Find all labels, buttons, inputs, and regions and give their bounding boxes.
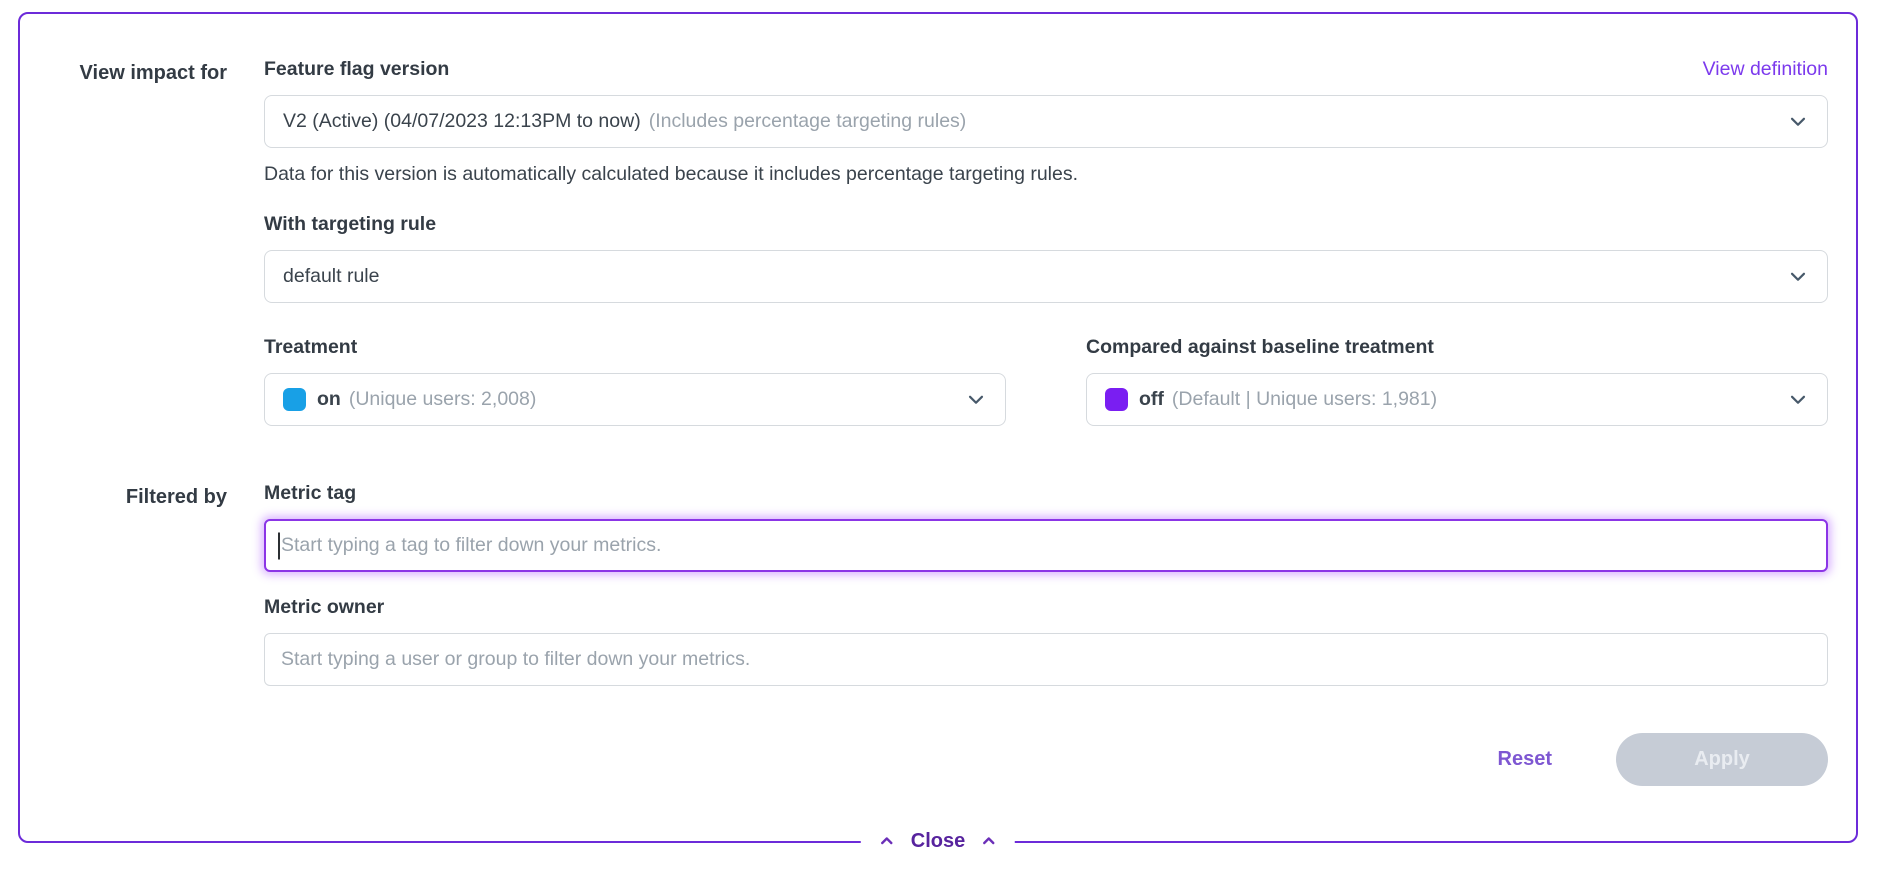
- metric-owner-label: Metric owner: [264, 596, 1828, 619]
- targeting-rule-select[interactable]: default rule: [264, 250, 1828, 303]
- chevron-down-icon: [1775, 266, 1809, 288]
- metric-tag-input[interactable]: [264, 519, 1828, 572]
- baseline-treatment-note: (Default | Unique users: 1,981): [1172, 388, 1437, 411]
- section-label-filtered-by: Filtered by: [62, 482, 227, 512]
- text-cursor: [278, 532, 280, 559]
- feature-flag-version-label: Feature flag version: [264, 58, 449, 81]
- feature-flag-version-value: V2 (Active) (04/07/2023 12:13PM to now): [283, 110, 641, 133]
- metric-owner-input[interactable]: [264, 633, 1828, 686]
- version-helper-text: Data for this version is automatically c…: [264, 163, 1828, 186]
- filtered-by-section: Filtered by Metric tag Metric owner Rese…: [62, 482, 1828, 786]
- baseline-treatment-label: Compared against baseline treatment: [1086, 336, 1828, 359]
- baseline-treatment-value: off: [1139, 388, 1164, 411]
- reset-button[interactable]: Reset: [1498, 748, 1552, 771]
- close-button-label: Close: [911, 830, 965, 853]
- treatment-note: (Unique users: 2,008): [349, 388, 537, 411]
- metric-tag-field-wrap: [264, 519, 1828, 572]
- targeting-rule-label: With targeting rule: [264, 213, 1828, 236]
- feature-flag-version-select[interactable]: V2 (Active) (04/07/2023 12:13PM to now) …: [264, 95, 1828, 148]
- chevron-down-icon: [1775, 389, 1809, 411]
- treatment-label: Treatment: [264, 336, 1006, 359]
- view-impact-panel: View impact for Feature flag version Vie…: [18, 12, 1858, 843]
- chevron-down-icon: [1775, 111, 1809, 133]
- targeting-rule-value: default rule: [283, 265, 379, 288]
- baseline-color-swatch: [1105, 388, 1128, 411]
- feature-flag-version-note: (Includes percentage targeting rules): [649, 110, 967, 133]
- metric-owner-field-wrap: [264, 633, 1828, 686]
- metric-tag-label: Metric tag: [264, 482, 1828, 505]
- chevron-up-icon: [879, 833, 895, 849]
- treatment-select[interactable]: on (Unique users: 2,008): [264, 373, 1006, 426]
- close-button[interactable]: Close: [861, 822, 1015, 860]
- form-actions: Reset Apply: [264, 733, 1828, 786]
- apply-button[interactable]: Apply: [1616, 733, 1828, 786]
- section-label-view-impact: View impact for: [62, 58, 227, 88]
- treatment-value: on: [317, 388, 341, 411]
- view-definition-link[interactable]: View definition: [1703, 58, 1828, 81]
- view-impact-section: View impact for Feature flag version Vie…: [62, 58, 1828, 426]
- baseline-treatment-select[interactable]: off (Default | Unique users: 1,981): [1086, 373, 1828, 426]
- treatment-color-swatch: [283, 388, 306, 411]
- chevron-up-icon: [981, 833, 997, 849]
- chevron-down-icon: [953, 389, 987, 411]
